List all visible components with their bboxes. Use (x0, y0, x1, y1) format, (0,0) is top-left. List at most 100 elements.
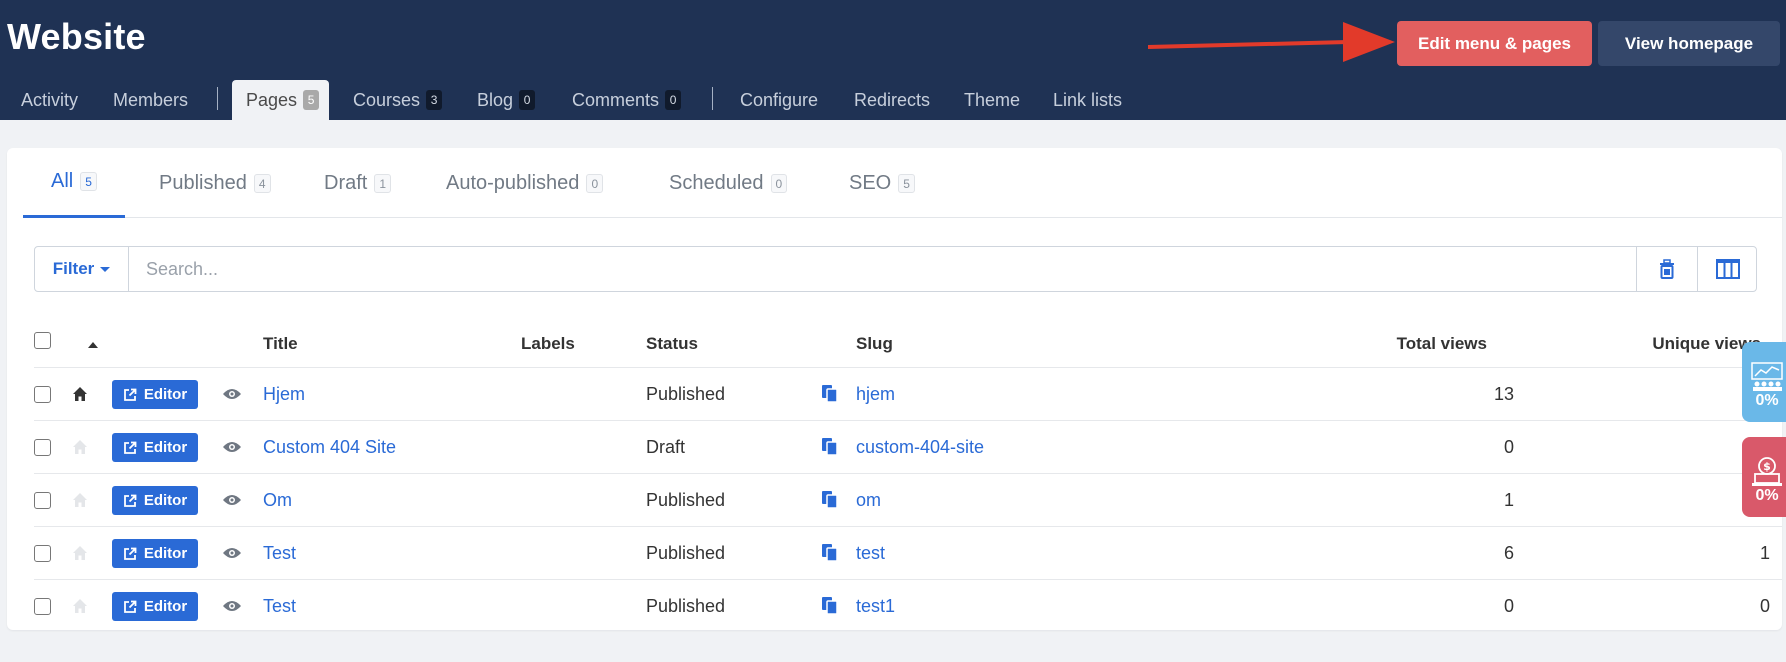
column-header-status[interactable]: Status (646, 334, 698, 354)
copy-icon[interactable] (821, 474, 839, 526)
home-icon[interactable] (72, 527, 88, 579)
nav-activity[interactable]: Activity (21, 80, 78, 120)
home-icon[interactable] (72, 474, 88, 526)
table-row: Editor Custom 404 Site Draft custom-404-… (34, 421, 1782, 474)
page-title-link[interactable]: Custom 404 Site (263, 421, 396, 473)
editor-button[interactable]: Editor (112, 380, 198, 409)
nav-configure[interactable]: Configure (740, 80, 818, 120)
row-checkbox[interactable] (34, 386, 51, 403)
tab-count-badge: 5 (80, 172, 97, 191)
trash-button[interactable] (1636, 247, 1696, 291)
home-icon[interactable] (72, 421, 88, 473)
preview-eye-icon[interactable] (222, 474, 242, 526)
search-bar: Filter (34, 246, 1757, 292)
nav-pages[interactable]: Pages 5 (232, 80, 330, 120)
column-header-slug[interactable]: Slug (856, 334, 893, 354)
nav-redirects[interactable]: Redirects (854, 80, 930, 120)
row-checkbox[interactable] (34, 492, 51, 509)
tab-all[interactable]: All 5 (23, 148, 125, 218)
tab-label: Scheduled (669, 171, 764, 194)
nav-divider (712, 87, 713, 110)
nav-divider (217, 87, 218, 110)
trash-icon (1659, 259, 1674, 279)
tab-seo[interactable]: SEO 5 (849, 148, 915, 218)
preview-eye-icon[interactable] (222, 368, 242, 420)
nav-label: Blog (477, 89, 514, 110)
performance-widget[interactable]: 0% (1742, 342, 1786, 422)
nav-label: Pages (246, 89, 298, 110)
tab-auto-published[interactable]: Auto-published 0 (446, 148, 604, 218)
tab-count-badge: 1 (374, 173, 392, 193)
page-slug-link[interactable]: test (856, 527, 885, 579)
row-checkbox[interactable] (34, 545, 51, 562)
tab-draft[interactable]: Draft 1 (324, 148, 392, 218)
tab-label: All (51, 170, 74, 192)
row-checkbox[interactable] (34, 439, 51, 456)
filter-button[interactable]: Filter (35, 247, 129, 291)
total-views-value: 0 (1503, 595, 1514, 616)
editor-button[interactable]: Editor (112, 539, 198, 568)
tab-label: SEO (849, 171, 892, 194)
nav-comments[interactable]: Comments 0 (572, 80, 682, 120)
table-row: Editor Test Published test1 0 0 (34, 580, 1782, 633)
page-title-link[interactable]: Hjem (263, 368, 305, 420)
editor-button[interactable]: Editor (112, 486, 198, 515)
view-homepage-button[interactable]: View homepage (1598, 21, 1780, 66)
column-header-labels[interactable]: Labels (521, 334, 575, 354)
copy-icon[interactable] (821, 421, 839, 473)
copy-icon[interactable] (821, 527, 839, 579)
select-all-checkbox[interactable] (34, 332, 51, 349)
search-input[interactable] (130, 247, 1635, 291)
external-link-icon (123, 600, 137, 613)
column-header-title[interactable]: Title (263, 334, 298, 354)
nav-theme[interactable]: Theme (964, 80, 1020, 120)
page-title-link[interactable]: Om (263, 474, 292, 526)
home-icon[interactable] (72, 580, 88, 632)
tab-label: Auto-published (446, 171, 580, 194)
tab-published[interactable]: Published 4 (159, 148, 271, 218)
copy-icon[interactable] (821, 580, 839, 632)
sort-up-icon[interactable] (88, 342, 98, 348)
performance-percent: 0% (1755, 392, 1779, 409)
pages-card: All 5 Published 4 Draft 1 Auto-published 0 S… (7, 148, 1782, 630)
preview-eye-icon[interactable] (222, 527, 242, 579)
nav-label: Theme (964, 89, 1021, 110)
editor-label: Editor (143, 386, 188, 403)
nav-count-badge: 0 (519, 90, 536, 110)
page-title-link[interactable]: Test (263, 580, 296, 632)
tab-scheduled[interactable]: Scheduled 0 (669, 148, 788, 218)
columns-button[interactable] (1697, 247, 1757, 291)
preview-eye-icon[interactable] (222, 580, 242, 632)
revenue-widget[interactable]: $ 0% (1742, 437, 1786, 517)
tab-count-badge: 0 (586, 173, 604, 193)
editor-label: Editor (143, 492, 188, 509)
preview-eye-icon[interactable] (222, 421, 242, 473)
nav-count-badge: 0 (665, 90, 682, 110)
caret-down-icon (100, 266, 111, 272)
page-title-link[interactable]: Test (263, 527, 296, 579)
column-header-unique-views[interactable]: Unique views (1567, 334, 1761, 354)
nav-blog[interactable]: Blog 0 (477, 80, 536, 120)
tab-label: Draft (324, 171, 368, 194)
editor-button[interactable]: Editor (112, 433, 198, 462)
page-slug-link[interactable]: custom-404-site (856, 421, 984, 473)
external-link-icon (123, 547, 137, 560)
row-checkbox[interactable] (34, 598, 51, 615)
page-slug-link[interactable]: hjem (856, 368, 895, 420)
page-slug-link[interactable]: test1 (856, 580, 895, 632)
svg-text:$: $ (1763, 460, 1771, 473)
status-tabs: All 5 Published 4 Draft 1 Auto-published 0 S… (23, 148, 1782, 218)
column-header-total-views[interactable]: Total views (1287, 334, 1487, 354)
page-slug-link[interactable]: om (856, 474, 881, 526)
nav-members[interactable]: Members (113, 80, 188, 120)
annotation-arrow-icon (1148, 22, 1395, 62)
nav-courses[interactable]: Courses 3 (353, 80, 443, 120)
copy-icon[interactable] (821, 368, 839, 420)
nav-link-lists[interactable]: Link lists (1053, 80, 1122, 120)
external-link-icon (123, 494, 137, 507)
edit-menu-pages-button[interactable]: Edit menu & pages (1397, 21, 1592, 66)
revenue-percent: 0% (1755, 487, 1779, 504)
tab-count-badge: 0 (770, 173, 788, 193)
editor-label: Editor (143, 598, 188, 615)
editor-button[interactable]: Editor (112, 592, 198, 621)
